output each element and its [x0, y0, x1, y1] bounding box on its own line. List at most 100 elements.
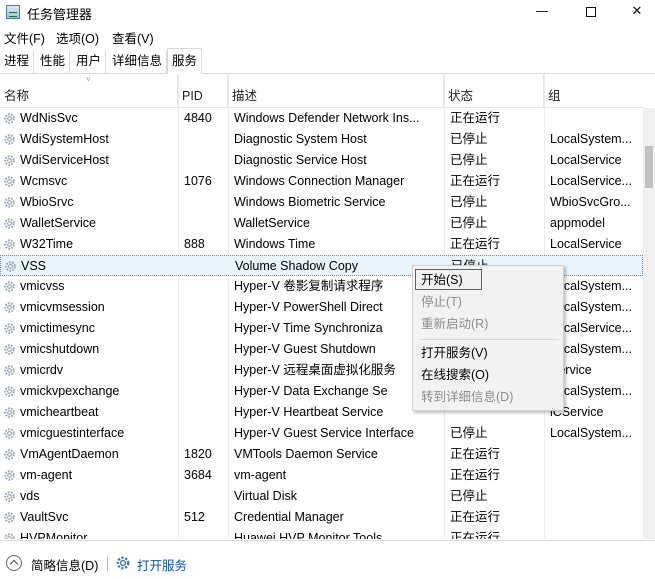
- maximize-button[interactable]: [568, 0, 614, 25]
- table-row[interactable]: vm-agent 3684 vm-agent 正在运行: [0, 465, 643, 486]
- table-row[interactable]: W32Time 888 Windows Time 正在运行 LocalService: [0, 234, 643, 255]
- service-pid: 4840: [184, 111, 212, 125]
- tab-bar: 进程 性能 用户 详细信息 服务: [0, 48, 655, 74]
- tab-users[interactable]: 用户: [72, 51, 107, 73]
- service-name: vmickvpexchange: [20, 384, 120, 398]
- menu-view[interactable]: 查看(V): [112, 28, 154, 47]
- table-row[interactable]: WbioSrvc Windows Biometric Service 已停止 Wbio…: [0, 192, 643, 213]
- service-name: vds: [20, 489, 40, 503]
- service-pid: 1076: [184, 174, 212, 188]
- service-description: Hyper-V Guest Service Interface: [234, 426, 414, 440]
- table-row[interactable]: WdNisSvc 4840 Windows Defender Network Ins…: [0, 108, 643, 129]
- service-description: Hyper-V PowerShell Direct: [234, 300, 383, 314]
- table-row[interactable]: Wcmsvc 1076 Windows Connection Manager 正在运行…: [0, 171, 643, 192]
- service-status: 正在运行: [450, 531, 501, 539]
- service-description: Diagnostic Service Host: [234, 153, 367, 167]
- table-row[interactable]: vmicguestinterface Hyper-V Guest Service …: [0, 423, 643, 444]
- table-row[interactable]: HVPMonitor Huawei HVP Monitor Tools 正在运行: [0, 528, 643, 539]
- vertical-scrollbar[interactable]: [643, 108, 655, 539]
- collapse-up-icon[interactable]: [6, 555, 22, 571]
- tab-performance[interactable]: 性能: [36, 51, 71, 73]
- table-row[interactable]: vds Virtual Disk 已停止: [0, 486, 643, 507]
- service-gear-icon: [4, 176, 15, 187]
- services-gear-icon: [116, 556, 130, 570]
- service-description: Hyper-V Data Exchange Se: [234, 384, 388, 398]
- service-name: vm-agent: [20, 468, 73, 482]
- service-name: Wcmsvc: [20, 174, 68, 188]
- context-menu: 开始(S) 停止(T) 重新启动(R) 打开服务(V) 在线搜索(O) 转到详细…: [412, 265, 564, 411]
- service-gear-icon: [4, 134, 15, 145]
- brief-info-button[interactable]: 简略信息(D): [31, 555, 98, 574]
- service-description: Diagnostic System Host: [234, 132, 367, 146]
- service-pid: 1820: [184, 447, 212, 461]
- service-gear-icon: [4, 491, 15, 502]
- service-pid: 3684: [184, 468, 212, 482]
- service-gear-icon: [4, 428, 15, 439]
- service-status: 已停止: [450, 153, 488, 167]
- context-stop[interactable]: 停止(T): [421, 292, 462, 312]
- context-search-online[interactable]: 在线搜索(O): [421, 365, 489, 385]
- service-description: Virtual Disk: [234, 489, 297, 503]
- context-go-to-details[interactable]: 转到详细信息(D): [421, 387, 513, 407]
- scrollbar-thumb[interactable]: [645, 146, 653, 188]
- service-description: Credential Manager: [234, 510, 344, 524]
- tab-services[interactable]: 服务: [167, 48, 203, 74]
- service-gear-icon: [4, 302, 15, 313]
- context-open-services[interactable]: 打开服务(V): [421, 343, 488, 363]
- column-header-group[interactable]: 组: [544, 74, 643, 108]
- column-header-name[interactable]: 名称: [0, 74, 178, 108]
- service-gear-icon: [4, 113, 15, 124]
- service-group: appmodel: [550, 216, 605, 230]
- service-gear-icon: [5, 261, 16, 272]
- service-group: LocalSystem...: [550, 132, 632, 146]
- service-name: vmicheartbeat: [20, 405, 99, 419]
- minimize-button[interactable]: —: [519, 0, 565, 25]
- tab-details[interactable]: 详细信息: [108, 51, 168, 73]
- service-gear-icon: [4, 323, 15, 334]
- service-status: 已停止: [450, 426, 488, 440]
- service-status: 已停止: [450, 195, 488, 209]
- service-gear-icon: [4, 197, 15, 208]
- service-name: vmicshutdown: [20, 342, 100, 356]
- service-description: Windows Time: [234, 237, 316, 251]
- table-row[interactable]: VaultSvc 512 Credential Manager 正在运行: [0, 507, 643, 528]
- menu-bar: 文件(F) 选项(O) 查看(V): [0, 26, 655, 46]
- service-description: Windows Defender Network Ins...: [234, 111, 420, 125]
- column-header-pid[interactable]: PID: [178, 74, 228, 108]
- service-description: Huawei HVP Monitor Tools: [234, 531, 383, 539]
- context-restart[interactable]: 重新启动(R): [421, 314, 488, 334]
- service-gear-icon: [4, 281, 15, 292]
- service-status: 正在运行: [450, 237, 501, 251]
- service-status: 已停止: [450, 216, 488, 230]
- service-name: HVPMonitor: [20, 531, 88, 539]
- window-title: 任务管理器: [27, 7, 93, 22]
- service-gear-icon: [4, 344, 15, 355]
- service-status: 正在运行: [450, 510, 501, 524]
- maximize-icon: [586, 6, 596, 17]
- column-header-description[interactable]: 描述: [228, 74, 444, 108]
- table-row[interactable]: WdiSystemHost Diagnostic System Host 已停止 Lo…: [0, 129, 643, 150]
- context-start[interactable]: 开始(S): [421, 270, 463, 290]
- open-services-link[interactable]: 打开服务: [137, 555, 187, 574]
- table-row[interactable]: WalletService WalletService 已停止 appmodel: [0, 213, 643, 234]
- menu-options[interactable]: 选项(O): [56, 28, 99, 47]
- service-name: WdNisSvc: [20, 111, 78, 125]
- tab-processes[interactable]: 进程: [0, 51, 35, 73]
- table-row[interactable]: VmAgentDaemon 1820 VMTools Daemon Service 正…: [0, 444, 643, 465]
- service-status: 正在运行: [450, 447, 501, 461]
- service-description: vm-agent: [234, 468, 287, 482]
- menu-file[interactable]: 文件(F): [4, 28, 45, 47]
- close-button[interactable]: ✕: [614, 0, 655, 25]
- column-header-status[interactable]: 状态: [444, 74, 544, 108]
- service-gear-icon: [4, 239, 15, 250]
- service-description: Hyper-V 远程桌面虚拟化服务: [234, 363, 396, 377]
- service-description: Hyper-V Heartbeat Service: [234, 405, 384, 419]
- service-gear-icon: [4, 407, 15, 418]
- service-name: WdiServiceHost: [20, 153, 109, 167]
- service-gear-icon: [4, 449, 15, 460]
- service-name: vmicvss: [20, 279, 65, 293]
- table-row[interactable]: WdiServiceHost Diagnostic Service Host 已停止…: [0, 150, 643, 171]
- footer-divider: [107, 557, 108, 571]
- service-description: VMTools Daemon Service: [234, 447, 378, 461]
- service-status: 正在运行: [450, 174, 501, 188]
